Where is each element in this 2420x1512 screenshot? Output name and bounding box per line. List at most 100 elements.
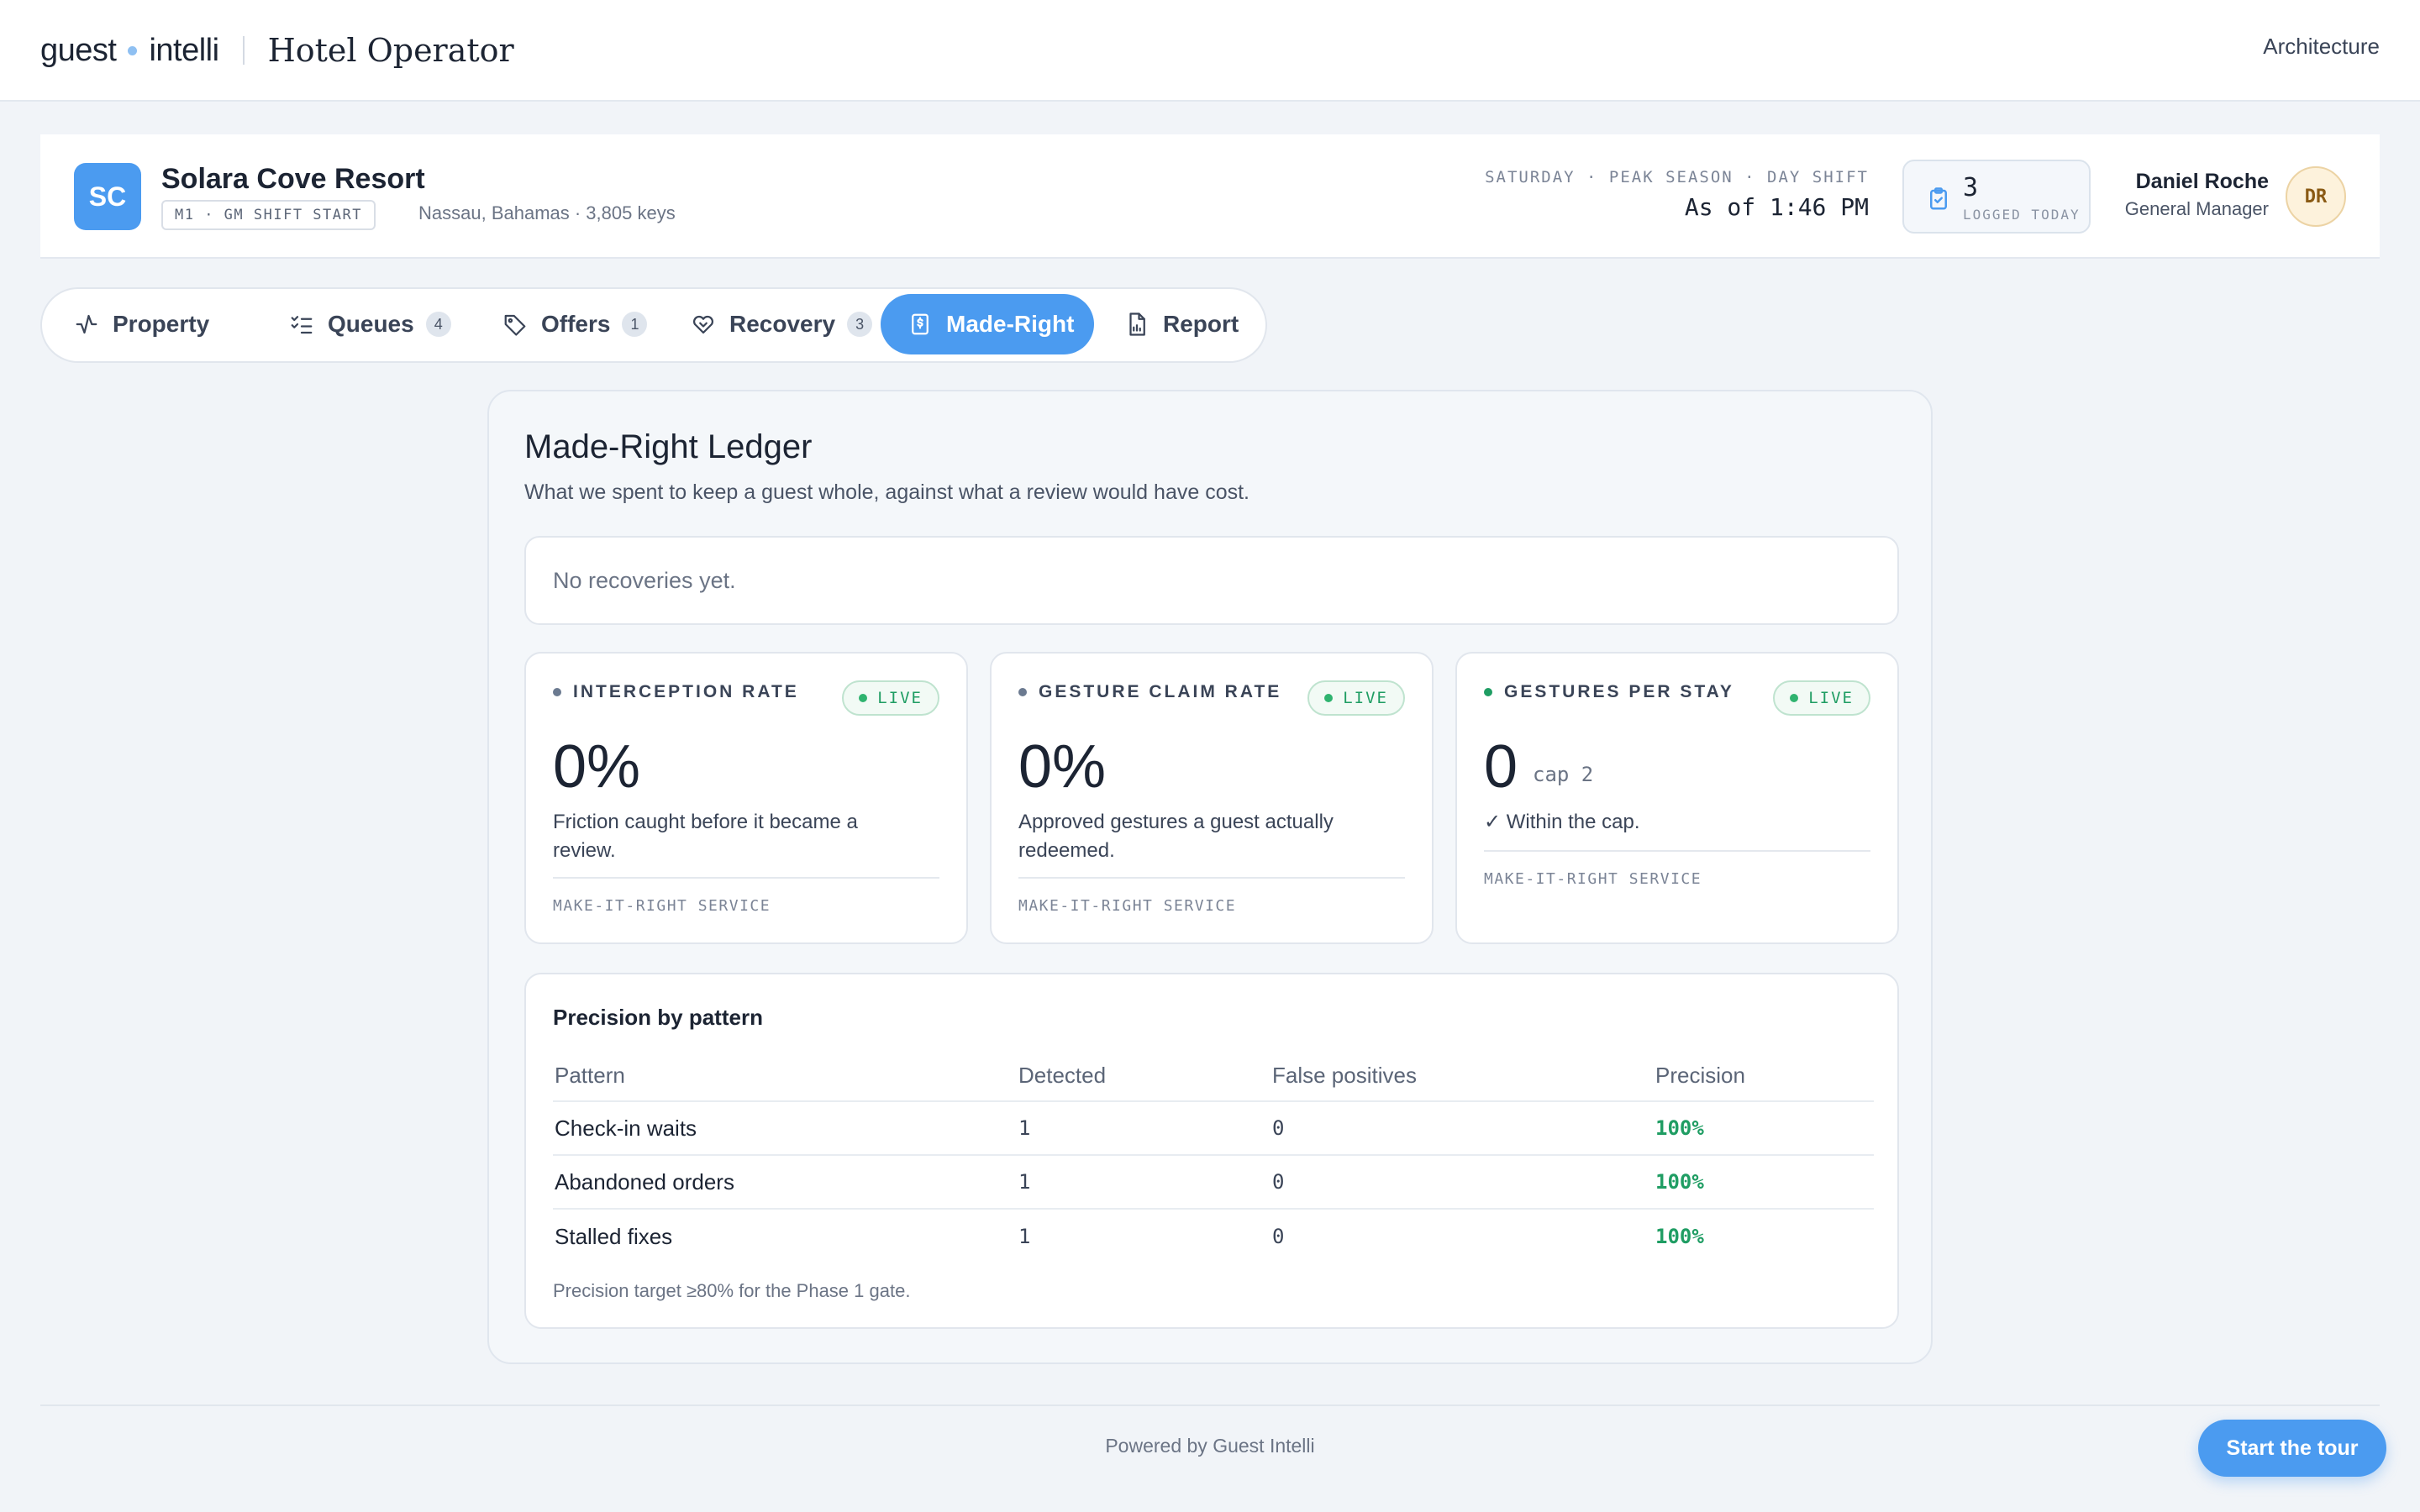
shift-tag: M1 · GM SHIFT START xyxy=(161,200,376,230)
status-dot xyxy=(1018,688,1027,696)
powered-by: Powered by Guest Intelli xyxy=(1105,1435,1315,1457)
live-dot xyxy=(1790,694,1799,702)
metric-value: 0% xyxy=(1018,733,1107,801)
property-name: Solara Cove Resort xyxy=(161,163,425,195)
shift-label: SATURDAY · PEAK SEASON · DAY SHIFT xyxy=(1485,168,1869,186)
tab-property[interactable]: Property xyxy=(47,294,229,354)
metric-value: 0% xyxy=(553,733,641,801)
metric-value: 0 xyxy=(1484,733,1518,801)
logged-label: LOGGED TODAY xyxy=(1963,207,2081,223)
precision-by-pattern-card: Precision by pattern Pattern Detected Fa… xyxy=(524,973,1899,1329)
tab-queues[interactable]: Queues 4 xyxy=(262,294,471,354)
precision-cell: 100% xyxy=(1655,1116,1704,1140)
metric-source: MAKE-IT-RIGHT SERVICE xyxy=(1018,897,1237,915)
pattern-cell: Check-in waits xyxy=(555,1115,697,1141)
divider xyxy=(553,877,939,879)
tab-label: Offers xyxy=(541,311,611,337)
product-name: Hotel Operator xyxy=(267,32,514,69)
metric-description: ✓ Within the cap. xyxy=(1484,811,1640,833)
metric-header: GESTURE CLAIM RATE xyxy=(1018,682,1281,702)
status-dot xyxy=(553,688,561,696)
tab-report[interactable]: Report xyxy=(1097,294,1259,354)
tab-made-right[interactable]: Made-Right xyxy=(881,294,1095,354)
false-positives-cell: 0 xyxy=(1272,1116,1285,1140)
tag-icon xyxy=(504,314,526,336)
architecture-link[interactable]: Architecture xyxy=(2263,34,2380,60)
metric-source: MAKE-IT-RIGHT SERVICE xyxy=(553,897,771,915)
pattern-cell: Abandoned orders xyxy=(555,1168,734,1194)
activity-icon xyxy=(76,314,97,334)
brand-word-guest: guest xyxy=(40,32,117,68)
false-positives-cell: 0 xyxy=(1272,1170,1285,1194)
tab-recovery[interactable]: Recovery 3 xyxy=(664,294,892,354)
top-bar: guest intelli Hotel Operator Architectur… xyxy=(0,0,2420,102)
user-avatar[interactable]: DR xyxy=(2286,166,2346,227)
footer-divider xyxy=(40,1404,2380,1406)
brand-divider xyxy=(242,36,245,65)
live-badge: LIVE xyxy=(1773,680,1870,716)
checklist-icon xyxy=(291,316,313,334)
metric-label: GESTURES PER STAY xyxy=(1504,682,1734,701)
tab-label: Recovery xyxy=(729,311,836,337)
metric-source: MAKE-IT-RIGHT SERVICE xyxy=(1484,870,1702,888)
tab-badge: 1 xyxy=(622,312,648,337)
clipboard-check-icon xyxy=(1930,187,1947,210)
heart-handshake-icon xyxy=(692,315,714,334)
metric-label: INTERCEPTION RATE xyxy=(573,682,799,701)
column-header: False positives xyxy=(1272,1062,1417,1088)
brand-dot xyxy=(128,45,138,55)
column-header: Detected xyxy=(1018,1062,1107,1088)
live-badge: LIVE xyxy=(842,680,939,716)
live-dot xyxy=(859,694,868,702)
table-header-row: Pattern Detected False positives Precisi… xyxy=(553,1050,1874,1102)
precision-table: Pattern Detected False positives Precisi… xyxy=(553,1050,1874,1263)
page-subtitle: What we spent to keep a guest whole, aga… xyxy=(524,480,1249,504)
receipt-dollar-icon xyxy=(912,313,929,335)
metric-cap: cap 2 xyxy=(1533,763,1594,786)
tab-offers[interactable]: Offers 1 xyxy=(476,294,667,354)
metric-header: GESTURES PER STAY xyxy=(1484,682,1734,702)
column-header: Pattern xyxy=(555,1062,625,1088)
file-chart-icon xyxy=(1129,312,1145,336)
logged-count: 3 xyxy=(1963,173,1979,202)
brand-word-intelli: intelli xyxy=(149,32,219,68)
brand-logo[interactable]: guest intelli Hotel Operator xyxy=(40,30,514,71)
section-title: Precision by pattern xyxy=(553,1005,763,1030)
made-right-ledger-panel: Made-Right Ledger What we spent to keep … xyxy=(487,390,1933,1364)
metric-card-interception-rate: INTERCEPTION RATE LIVE 0% Friction caugh… xyxy=(524,652,968,944)
user-name: Daniel Roche xyxy=(2135,170,2269,193)
tab-label: Made-Right xyxy=(946,311,1075,337)
live-label: LIVE xyxy=(1343,689,1388,707)
live-label: LIVE xyxy=(877,689,923,707)
detected-cell: 1 xyxy=(1018,1170,1031,1194)
tab-label: Queues xyxy=(328,311,414,337)
logged-today-counter[interactable]: 3 LOGGED TODAY xyxy=(1902,160,2091,234)
column-header: Precision xyxy=(1655,1062,1745,1088)
live-label: LIVE xyxy=(1808,689,1854,707)
property-avatar: SC xyxy=(74,163,141,230)
metric-card-gestures-per-stay: GESTURES PER STAY LIVE 0 cap 2 ✓ Within … xyxy=(1455,652,1899,944)
divider xyxy=(1018,877,1405,879)
tab-badge: 3 xyxy=(847,312,873,337)
false-positives-cell: 0 xyxy=(1272,1225,1285,1248)
status-dot xyxy=(1484,688,1492,696)
precision-note: Precision target ≥80% for the Phase 1 ga… xyxy=(553,1280,911,1301)
pattern-cell: Stalled fixes xyxy=(555,1223,673,1249)
tab-label: Property xyxy=(113,311,210,337)
metric-description: Friction caught before it became a revie… xyxy=(553,811,858,862)
precision-cell: 100% xyxy=(1655,1225,1704,1248)
tab-label: Report xyxy=(1163,311,1239,337)
shift-info: SATURDAY · PEAK SEASON · DAY SHIFT As of… xyxy=(1485,168,1869,221)
table-row: Abandoned orders 1 0 100% xyxy=(553,1156,1874,1210)
page-title: Made-Right Ledger xyxy=(524,428,813,465)
table-row: Stalled fixes 1 0 100% xyxy=(553,1210,1874,1263)
start-tour-button[interactable]: Start the tour xyxy=(2198,1420,2386,1477)
table-row: Check-in waits 1 0 100% xyxy=(553,1102,1874,1156)
detected-cell: 1 xyxy=(1018,1116,1031,1140)
live-badge: LIVE xyxy=(1307,680,1405,716)
metric-label: GESTURE CLAIM RATE xyxy=(1039,682,1282,701)
detected-cell: 1 xyxy=(1018,1225,1031,1248)
metric-header: INTERCEPTION RATE xyxy=(553,682,799,702)
divider xyxy=(1484,850,1870,852)
recoveries-empty-state: No recoveries yet. xyxy=(524,536,1899,625)
